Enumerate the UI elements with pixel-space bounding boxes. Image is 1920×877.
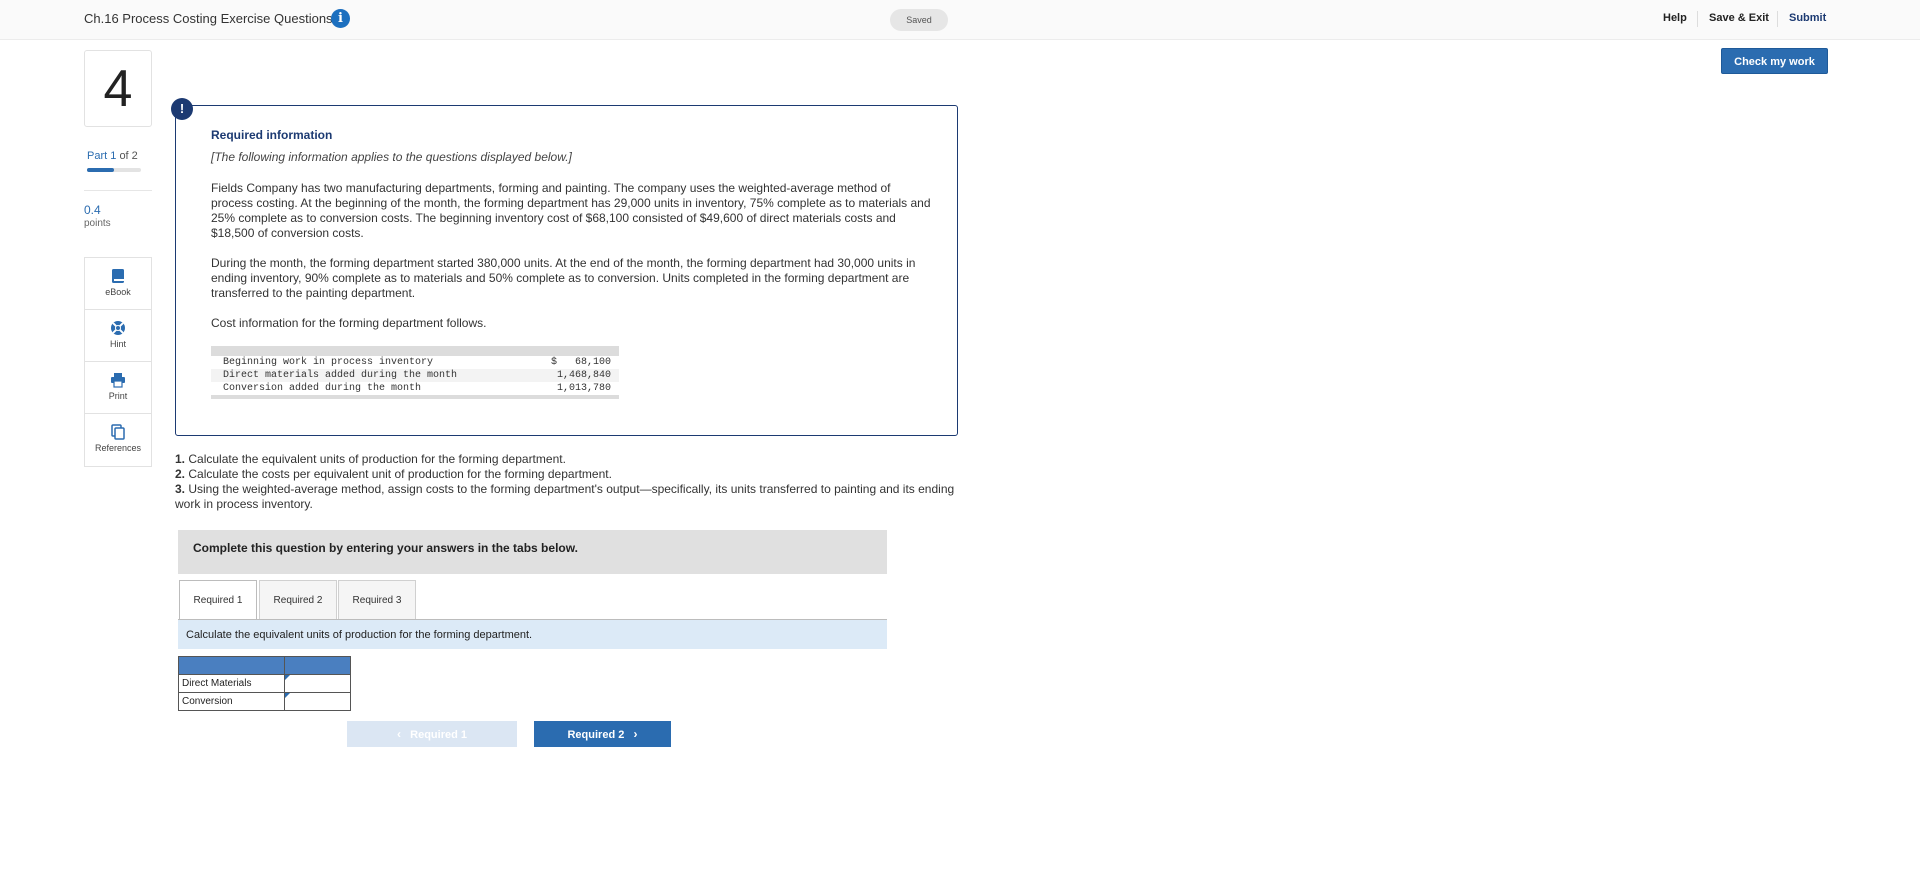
divider — [1697, 11, 1698, 27]
question-number-label: 1. — [175, 452, 186, 466]
part-progress-bar — [87, 168, 141, 172]
printer-icon — [111, 373, 125, 388]
cost-value: $ 68,100 — [550, 357, 611, 368]
cost-label: Conversion added during the month — [223, 383, 422, 394]
previous-tab-label: Required 1 — [410, 729, 468, 741]
check-my-work-button[interactable]: Check my work — [1721, 48, 1828, 74]
tab-required-1[interactable]: Required 1 — [179, 580, 257, 621]
references-label: References — [94, 443, 142, 453]
direct-materials-input[interactable] — [285, 675, 350, 692]
hint-label: Hint — [109, 339, 126, 349]
saved-status-badge: Saved — [890, 9, 948, 31]
info-paragraph: Cost information for the forming departm… — [211, 316, 487, 330]
top-bar: Ch.16 Process Costing Exercise Questions… — [0, 0, 1920, 40]
question-text: Calculate the equivalent units of produc… — [185, 452, 566, 466]
points-value: 0.4 — [84, 203, 101, 217]
chevron-right-icon: › — [633, 727, 638, 741]
table-row: Direct materials added during the month … — [211, 369, 619, 382]
alert-icon: ! — [171, 98, 193, 120]
references-button[interactable]: References — [85, 414, 151, 466]
part-current: 1 — [110, 150, 117, 162]
next-tab-label: Required 2 — [567, 729, 625, 741]
help-link[interactable]: Help — [1663, 12, 1687, 24]
divider — [84, 190, 152, 191]
points-label: points — [84, 218, 111, 229]
header-cell — [284, 656, 351, 675]
answer-cell — [284, 674, 351, 693]
part-label: Part — [87, 150, 108, 162]
ebook-label: eBook — [105, 287, 131, 297]
next-tab-button[interactable]: Required 2 › — [534, 721, 671, 747]
cost-label: Beginning work in process inventory — [223, 357, 434, 368]
tab-required-2[interactable]: Required 2 — [259, 580, 337, 620]
table-row: Beginning work in process inventory $ 68… — [211, 356, 619, 369]
print-button[interactable]: Print — [85, 362, 151, 414]
part-progress-fill — [87, 168, 114, 172]
question-number-label: 2. — [175, 467, 186, 481]
divider — [1777, 11, 1778, 27]
chevron-left-icon: ‹ — [396, 727, 401, 741]
question-text: Using the weighted-average method, assig… — [175, 482, 955, 511]
question-text: Calculate the costs per equivalent unit … — [185, 467, 612, 481]
submit-link[interactable]: Submit — [1789, 12, 1826, 24]
assignment-title: Ch.16 Process Costing Exercise Questions — [84, 11, 333, 26]
tools-panel: eBook Hint Print References — [84, 257, 152, 467]
info-icon[interactable]: i — [331, 9, 350, 28]
cost-label: Direct materials added during the month — [223, 370, 458, 381]
tab-required-3[interactable]: Required 3 — [338, 580, 416, 620]
lifebuoy-icon — [111, 321, 125, 335]
question-number: 4 — [84, 50, 152, 127]
row-label: Conversion — [178, 692, 285, 711]
save-exit-link[interactable]: Save & Exit — [1709, 12, 1769, 24]
cost-value: 1,468,840 — [556, 370, 611, 381]
question-item: 2. Calculate the costs per equivalent un… — [175, 467, 965, 482]
answer-cell — [284, 692, 351, 711]
row-label: Direct Materials — [178, 674, 285, 693]
print-label: Print — [108, 391, 128, 401]
cost-info-table: Beginning work in process inventory $ 68… — [211, 346, 619, 399]
question-item: 1. Calculate the equivalent units of pro… — [175, 452, 965, 467]
ebook-button[interactable]: eBook — [85, 258, 151, 310]
answer-table: Direct Materials Conversion — [178, 656, 351, 711]
header-cell — [178, 656, 285, 675]
question-number-label: 3. — [175, 482, 186, 496]
question-item: 3. Using the weighted-average method, as… — [175, 482, 965, 512]
tab-instruction: Calculate the equivalent units of produc… — [178, 620, 887, 649]
cost-value: 1,013,780 — [556, 383, 611, 394]
copy-icon — [111, 424, 125, 440]
table-header-row — [178, 656, 351, 675]
conversion-input[interactable] — [285, 693, 350, 710]
table-row: Direct Materials — [178, 674, 351, 693]
info-paragraph: During the month, the forming department… — [211, 256, 916, 300]
table-row: Conversion added during the month 1,013,… — [211, 382, 619, 395]
hint-button[interactable]: Hint — [85, 310, 151, 362]
table-row: Conversion — [178, 692, 351, 711]
book-icon — [112, 269, 124, 283]
required-info-subtitle: [The following information applies to th… — [211, 150, 572, 164]
part-of: of 2 — [119, 150, 138, 162]
required-info-title: Required information — [211, 128, 333, 142]
previous-tab-button[interactable]: ‹ Required 1 — [347, 721, 517, 747]
part-indicator: Part 1 of 2 — [87, 150, 138, 162]
info-paragraph: Fields Company has two manufacturing dep… — [211, 181, 931, 240]
instructions-banner: Complete this question by entering your … — [178, 530, 887, 574]
